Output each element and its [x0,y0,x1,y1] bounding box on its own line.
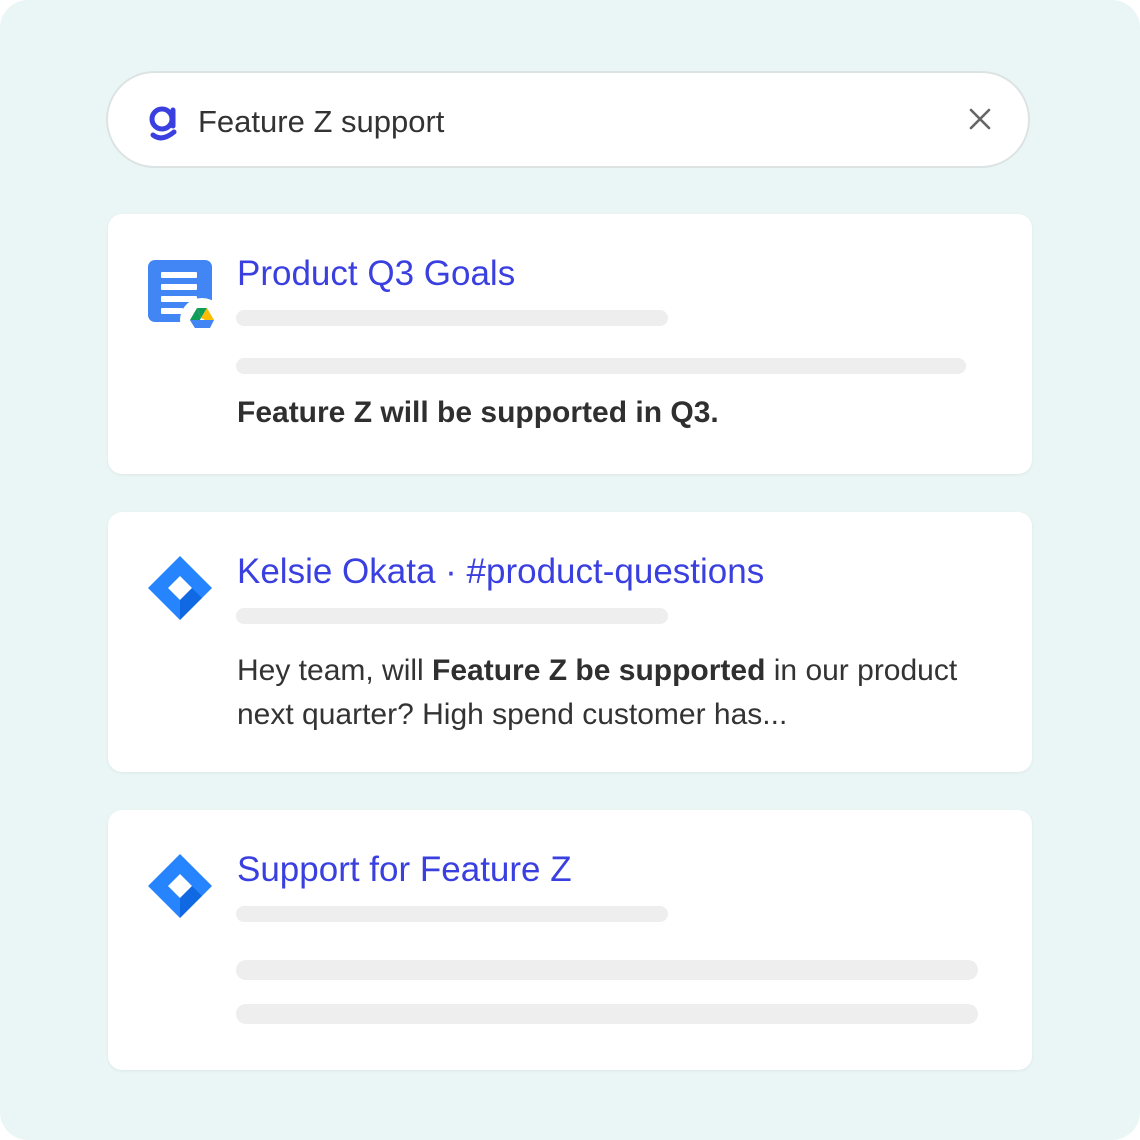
glean-logo-icon [149,106,177,141]
skeleton-line [236,1004,978,1024]
skeleton-line [236,906,668,922]
skeleton-line [236,608,668,624]
result-title[interactable]: Kelsie Okata · #product-questions [237,550,764,594]
result-snippet: Hey team, will Feature Z be supported in… [237,649,1007,737]
result-card[interactable]: Kelsie Okata · #product-questions Hey te… [108,512,1032,772]
skeleton-line [236,960,978,980]
skeleton-line [236,358,966,374]
snippet-highlight: Feature Z be supported [432,654,766,687]
search-results-canvas: Feature Z support Product Q3 Goals Featu… [0,0,1140,1140]
jira-icon [148,556,212,620]
close-icon[interactable] [960,99,1000,139]
result-card[interactable]: Product Q3 Goals Feature Z will be suppo… [108,214,1032,474]
result-snippet: Feature Z will be supported in Q3. [237,396,719,429]
search-input[interactable]: Feature Z support [198,102,444,142]
search-bar[interactable]: Feature Z support [106,71,1030,168]
snippet-text: Hey team, will [237,654,433,687]
jira-icon [148,854,212,918]
result-title[interactable]: Support for Feature Z [237,848,572,892]
result-title[interactable]: Product Q3 Goals [237,252,515,296]
skeleton-line [236,310,668,326]
result-card[interactable]: Support for Feature Z [108,810,1032,1070]
google-drive-icon [180,298,224,342]
